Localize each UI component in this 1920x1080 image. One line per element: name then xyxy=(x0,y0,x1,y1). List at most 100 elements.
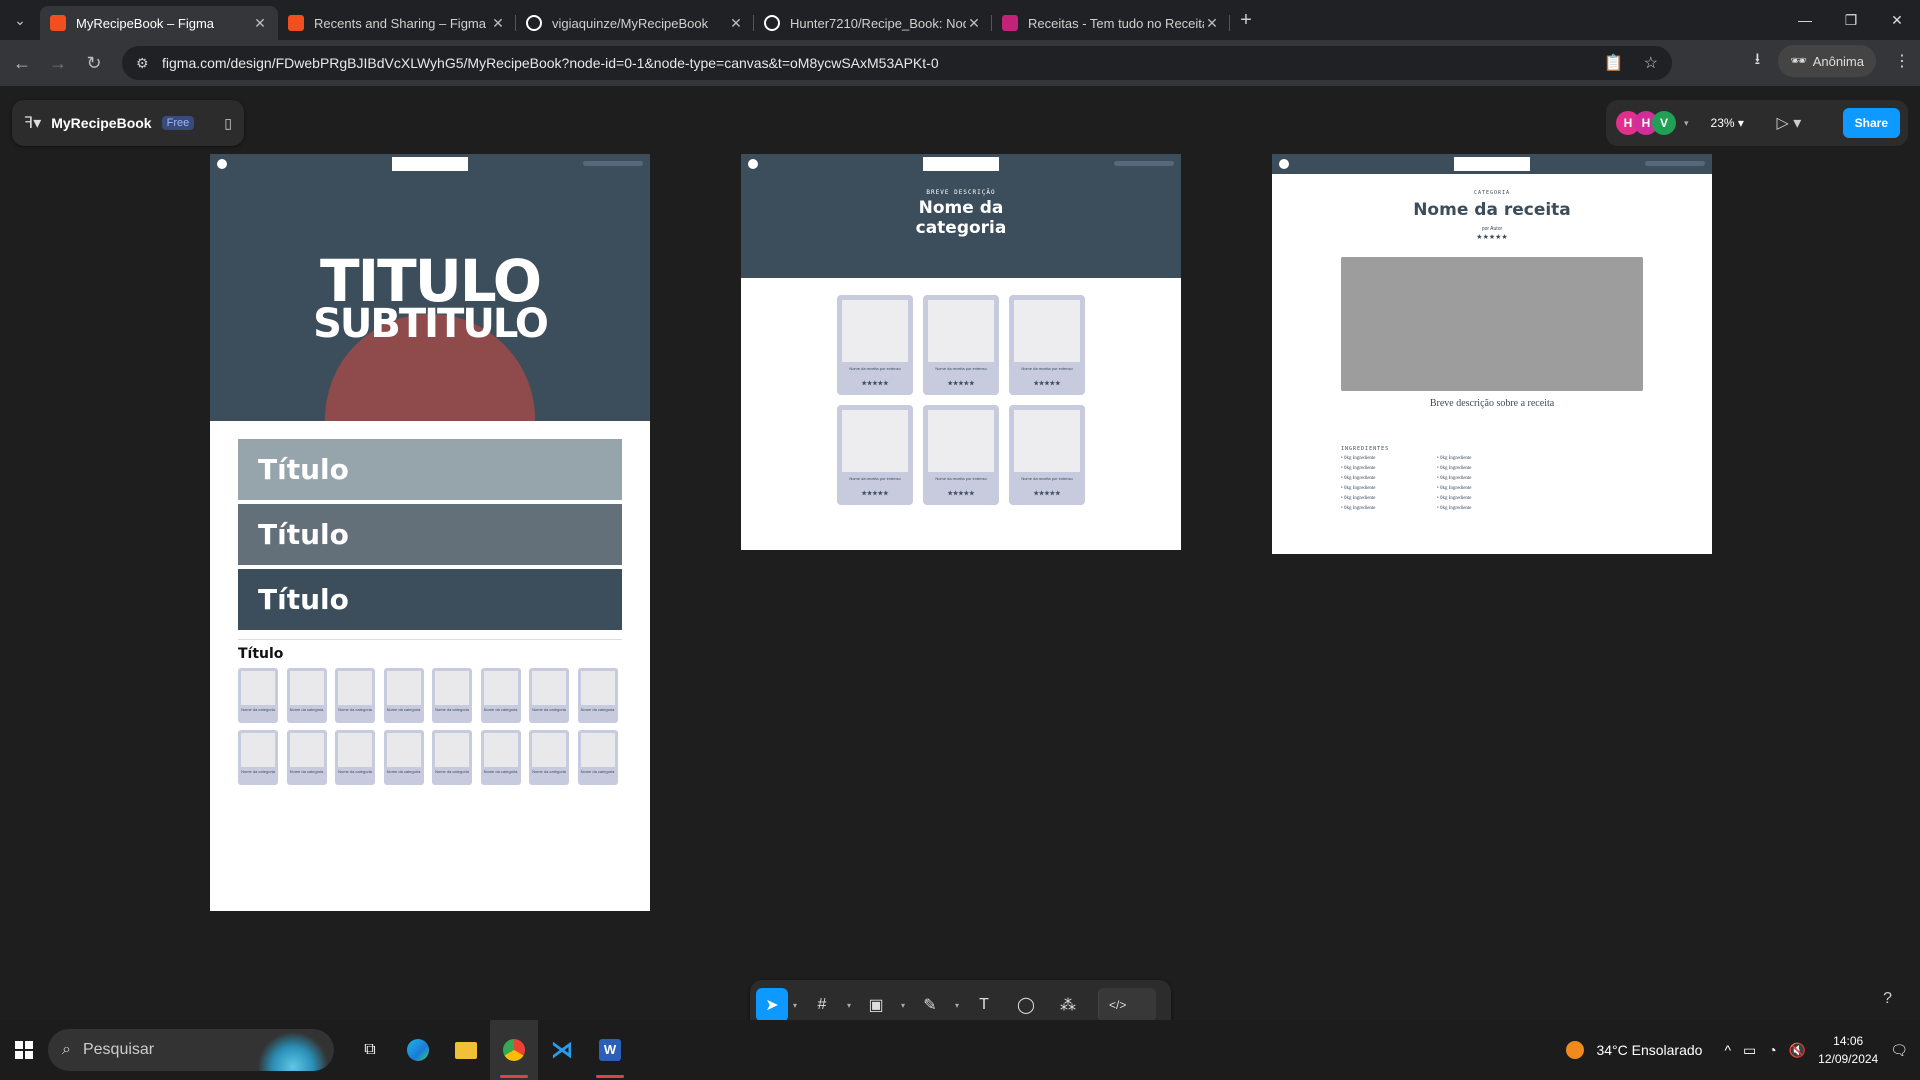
title-band[interactable]: Título xyxy=(238,439,622,500)
battery-icon[interactable]: ▭ xyxy=(1743,1042,1756,1059)
image-tool-caret-icon[interactable]: ▾ xyxy=(898,1001,908,1010)
text-tool-icon[interactable]: T xyxy=(964,988,1004,1020)
category-tile[interactable]: Nome da categoria xyxy=(286,730,327,785)
tab-strip: MyRecipeBook – Figma ✕ Recents and Sharing… xyxy=(40,0,1230,40)
weather-text[interactable]: 34°C Ensolarado xyxy=(1596,1042,1702,1058)
reload-button[interactable]: ↻ xyxy=(76,45,112,81)
category-tile[interactable]: Nome da categoria xyxy=(383,668,424,723)
recipe-card[interactable]: Nome da receita por extenso ★★★★★ xyxy=(1009,295,1085,395)
url-bar[interactable]: ⚙ figma.com/design/FDwebPRgBJIBdVcXLWyhG… xyxy=(122,46,1672,80)
tab-search-chevron-icon[interactable]: ⌄ xyxy=(0,0,40,40)
close-tab-icon[interactable]: ✕ xyxy=(966,15,982,32)
chrome-icon[interactable] xyxy=(490,1020,538,1080)
category-tile[interactable]: Nome da categoria xyxy=(335,730,375,785)
category-tile[interactable]: Nome da categoria xyxy=(335,668,375,723)
actions-tool-icon[interactable]: ⁂ xyxy=(1048,988,1088,1020)
avatars-chevron-icon[interactable]: ▾ xyxy=(1684,118,1689,129)
category-tile[interactable]: Nome da categoria xyxy=(238,668,278,723)
collaborator-avatars[interactable]: HHV xyxy=(1616,111,1676,135)
download-icon[interactable]: ⭳ xyxy=(1755,48,1761,75)
close-tab-icon[interactable]: ✕ xyxy=(728,15,744,32)
category-tile[interactable]: Nome da categoria xyxy=(529,730,569,785)
move-tool-caret-icon[interactable]: ▾ xyxy=(790,1001,800,1010)
category-tile[interactable]: Nome da categoria xyxy=(432,730,472,785)
restore-button[interactable]: ❐ xyxy=(1828,0,1874,40)
volume-mute-icon[interactable]: 🔇 xyxy=(1789,1042,1806,1059)
tab-title: Receitas - Tem tudo no Receitas xyxy=(1028,15,1204,31)
tray-chevron-icon[interactable]: ^ xyxy=(1724,1042,1731,1058)
back-button[interactable]: ← xyxy=(4,45,40,81)
window-controls: — ❐ ✕ xyxy=(1782,0,1920,40)
bookmark-star-icon[interactable]: ☆ xyxy=(1644,53,1658,73)
recipe-card-name: Nome da receita por extenso xyxy=(849,366,901,371)
frame-header xyxy=(1272,154,1712,174)
title-band[interactable]: Título xyxy=(238,569,622,630)
category-tile[interactable]: Nome da categoria xyxy=(577,730,618,785)
windows-start-icon[interactable] xyxy=(0,1020,48,1080)
taskbar-search[interactable]: ⌕ Pesquisar xyxy=(48,1029,334,1071)
vscode-icon[interactable]: ⋊ xyxy=(538,1020,586,1080)
zoom-level[interactable]: 23% ▾ xyxy=(1711,116,1757,130)
category-tile[interactable]: Nome da categoria xyxy=(383,730,424,785)
present-play-icon[interactable]: ▷ ▾ xyxy=(1777,113,1802,133)
collaborator-avatar[interactable]: V xyxy=(1652,111,1676,135)
category-tile[interactable]: Nome da categoria xyxy=(529,668,569,723)
figma-canvas[interactable]: ꟻ▾ MyRecipeBook Free ▯ HHV ▾ 23% ▾ ▷ ▾ S… xyxy=(0,86,1920,1020)
browser-tab[interactable]: Hunter7210/Recipe_Book: Nod ✕ xyxy=(754,6,992,40)
browser-tab[interactable]: Recents and Sharing – Figma ✕ xyxy=(278,6,516,40)
browser-menu-icon[interactable]: ⋮ xyxy=(1894,51,1910,71)
recipe-card[interactable]: Nome da receita por extenso ★★★★★ xyxy=(837,295,913,395)
frame-tool-caret-icon[interactable]: ▾ xyxy=(844,1001,854,1010)
new-tab-button[interactable]: + xyxy=(1230,9,1262,32)
title-band[interactable]: Título xyxy=(238,504,622,565)
category-tile[interactable]: Nome da categoria xyxy=(480,668,521,723)
close-tab-icon[interactable]: ✕ xyxy=(490,15,506,32)
close-window-button[interactable]: ✕ xyxy=(1874,0,1920,40)
notifications-icon[interactable]: 🗨 xyxy=(1890,1042,1908,1059)
recipe-card[interactable]: Nome da receita por extenso ★★★★★ xyxy=(923,405,999,505)
site-settings-icon[interactable]: ⚙ xyxy=(136,55,150,72)
file-name[interactable]: MyRecipeBook xyxy=(51,115,151,131)
edge-browser-icon[interactable] xyxy=(394,1020,442,1080)
wifi-icon[interactable]: ◔ xyxy=(1768,1042,1776,1058)
forward-button[interactable]: → xyxy=(40,45,76,81)
close-tab-icon[interactable]: ✕ xyxy=(1204,15,1220,32)
pen-tool-caret-icon[interactable]: ▾ xyxy=(952,1001,962,1010)
close-tab-icon[interactable]: ✕ xyxy=(252,15,268,32)
incognito-profile-button[interactable]: 🕶 Anônima xyxy=(1778,45,1876,77)
word-icon[interactable]: W xyxy=(586,1020,634,1080)
clock[interactable]: 14:06 12/09/2024 xyxy=(1818,1032,1878,1068)
help-button[interactable]: ? xyxy=(1883,990,1892,1008)
recipe-card[interactable]: Nome da receita por extenso ★★★★★ xyxy=(923,295,999,395)
file-explorer-icon[interactable] xyxy=(442,1020,490,1080)
category-tile[interactable]: Nome da categoria xyxy=(432,668,472,723)
hero-section: TITULO SUBTITULO xyxy=(210,174,650,421)
image-tool-icon[interactable]: ▣ xyxy=(856,988,896,1020)
pen-tool-icon[interactable]: ✎ xyxy=(910,988,950,1020)
category-tile[interactable]: Nome da categoria xyxy=(238,730,278,785)
category-tile[interactable]: Nome da categoria xyxy=(286,668,327,723)
dev-mode-toggle-icon[interactable]: </> xyxy=(1098,988,1156,1020)
browser-tab[interactable]: vigiaquinze/MyRecipeBook ✕ xyxy=(516,6,754,40)
frame-category[interactable]: BREVE DESCRIÇÃO Nome da categoria Nome d… xyxy=(741,154,1181,550)
move-tool-icon[interactable]: ➤ xyxy=(756,988,788,1020)
frame-home[interactable]: TITULO SUBTITULO Título Título Título Títu… xyxy=(210,154,650,911)
category-tile[interactable]: Nome da categoria xyxy=(577,668,618,723)
recipe-card[interactable]: Nome da receita por extenso ★★★★★ xyxy=(1009,405,1085,505)
share-button[interactable]: Share xyxy=(1842,108,1900,138)
frame-recipe[interactable]: CATEGORIA Nome da receita por Autor ★★★★… xyxy=(1272,154,1712,554)
browser-tab[interactable]: Receitas - Tem tudo no Receitas ✕ xyxy=(992,6,1230,40)
clipboard-icon[interactable]: 📋 xyxy=(1604,53,1624,73)
toggle-sidebar-icon[interactable]: ▯ xyxy=(224,115,232,132)
recipe-card[interactable]: Nome da receita por extenso ★★★★★ xyxy=(837,405,913,505)
figma-menu-icon[interactable]: ꟻ▾ xyxy=(24,113,41,133)
browser-tab[interactable]: MyRecipeBook – Figma ✕ xyxy=(40,6,278,40)
task-view-icon[interactable]: ⧉ xyxy=(346,1020,394,1080)
category-tile[interactable]: Nome da categoria xyxy=(480,730,521,785)
minimize-button[interactable]: — xyxy=(1782,0,1828,40)
comment-tool-icon[interactable]: ◯ xyxy=(1006,988,1046,1020)
category-image-placeholder xyxy=(580,671,615,705)
weather-icon[interactable] xyxy=(1566,1041,1585,1059)
frame-tool-icon[interactable]: # xyxy=(802,988,842,1020)
recipe-card-name: Nome da receita por extenso xyxy=(1021,366,1073,371)
